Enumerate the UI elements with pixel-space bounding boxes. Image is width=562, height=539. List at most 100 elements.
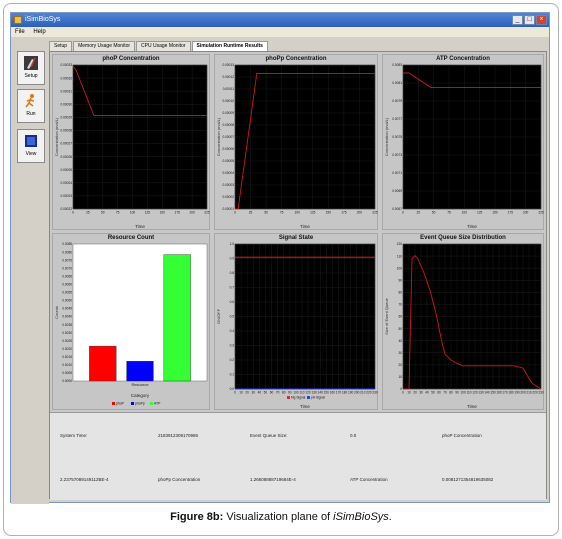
y-tick-label: 0.0000 — [62, 379, 72, 383]
x-axis-label: Time — [300, 404, 310, 409]
x-tick-label: 220 — [532, 391, 538, 395]
y-tick-label: 60 — [398, 315, 402, 319]
x-tick-label: 60 — [437, 391, 441, 395]
x-tick-label: 0 — [234, 391, 236, 395]
y-tick-label: 0.0065 — [62, 274, 72, 278]
y-tick-label: 0.0010 — [62, 363, 72, 367]
tab-cpu-usage[interactable]: CPU Usage Monitor — [136, 41, 191, 51]
chart-svg: 0.00013 0.00012 0.00011 0.00010 0.00009 0.000… — [216, 63, 378, 229]
run-icon — [25, 94, 35, 108]
y-axis-label: ON/OFF — [216, 308, 221, 324]
x-tick-label: 25 — [86, 211, 90, 215]
x-tick-label: 150 — [160, 211, 166, 215]
plot-area — [72, 64, 208, 210]
x-tick-label: 70 — [443, 391, 447, 395]
y-tick-label: 0.00009 — [222, 111, 234, 115]
minimize-button[interactable]: _ — [512, 15, 523, 25]
y-tick-label: 90 — [398, 278, 402, 282]
x-tick-label: 110 — [466, 391, 471, 395]
y-tick-label: 100 — [397, 266, 403, 270]
x-tick-label: 175 — [508, 211, 514, 215]
y-tick-label: 0.00027 — [60, 142, 72, 146]
setup-icon — [24, 56, 38, 70]
setup-button[interactable]: Setup — [17, 51, 45, 85]
x-tick-label: 140 — [484, 391, 490, 395]
atp-value: 0.0081271354819635082 — [442, 477, 494, 482]
atp-label: ATP Concentration — [350, 477, 388, 482]
menu-file[interactable]: File — [15, 29, 25, 35]
x-tick-label: 130 — [311, 391, 317, 395]
results-panel: phoP Concentration 0.00033 0.00032 0.00031… — [49, 51, 547, 500]
x-tick-label: 30 — [251, 391, 255, 395]
x-tick-label: 100 — [460, 391, 466, 395]
chart-svg: 0.00033 0.00032 0.00031 0.00030 0.00029 0.000… — [54, 63, 210, 229]
y-tick-label: 0.00004 — [222, 171, 234, 175]
x-tick-label: 150 — [324, 391, 330, 395]
x-tick-label: 190 — [348, 391, 354, 395]
y-tick-label: 0.0075 — [392, 135, 402, 139]
event-queue-label: Event Queue Size: — [250, 433, 288, 438]
window-title: iSimBioSys — [25, 16, 61, 23]
y-tick-label: 0.00031 — [60, 89, 72, 93]
legend-label: pH Signal — [311, 396, 325, 400]
menu-help[interactable]: Help — [33, 29, 45, 35]
y-tick-label: 0.0073 — [392, 153, 402, 157]
x-tick-label: 160 — [496, 391, 502, 395]
chart-event-queue: Event Queue Size Distribution 120 110 100 9… — [382, 233, 544, 410]
y-tick-label: 0.0077 — [392, 117, 402, 121]
y-tick-label: 0.00033 — [60, 63, 72, 67]
y-tick-label: 0.0015 — [62, 355, 72, 359]
y-tick-label: 80 — [398, 291, 402, 295]
x-tick-label: 10 — [239, 391, 243, 395]
y-axis-label: Counts — [54, 306, 59, 319]
view-button[interactable]: View — [17, 129, 45, 163]
x-tick-label: 30 — [419, 391, 423, 395]
tab-strip: Setup Memory Usage Monitor CPU Usage Mon… — [49, 41, 269, 51]
y-tick-label: 0.00012 — [222, 75, 234, 79]
legend-label: phoP — [116, 402, 125, 406]
x-tick-label: 180 — [342, 391, 348, 395]
x-tick-label: 0 — [402, 211, 404, 215]
y-tick-label: 0.00023 — [60, 194, 72, 198]
y-axis-label: Concentration (mol/L) — [54, 117, 59, 156]
y-tick-label: 40 — [398, 339, 402, 343]
tab-setup[interactable]: Setup — [49, 41, 73, 51]
phopp-value: 1.26608888719684E-4 — [250, 477, 296, 482]
y-tick-label: 0.0045 — [62, 307, 72, 311]
close-button[interactable]: × — [536, 15, 547, 25]
y-tick-label: 0.0040 — [62, 315, 72, 319]
y-tick-label: 0.0081 — [392, 81, 402, 85]
x-tick-label: 190 — [514, 391, 520, 395]
y-tick-label: 0.00025 — [60, 168, 72, 172]
x-tick-label: 200 — [520, 391, 526, 395]
x-tick-label: 130 — [478, 391, 484, 395]
x-tick-label: 0 — [234, 211, 236, 215]
y-axis-label: Size of Event Queue — [384, 297, 389, 334]
x-tick-label: 170 — [336, 391, 342, 395]
menu-bar: File Help — [11, 27, 549, 37]
y-tick-label: 120 — [397, 242, 403, 246]
x-tick-label: 100 — [293, 391, 299, 395]
maximize-button[interactable]: □ — [524, 15, 535, 25]
run-button[interactable]: Run — [17, 89, 45, 123]
chart-svg: 0.0085 0.0080 0.0075 0.0070 0.0065 0.0060 0.00… — [54, 242, 208, 406]
y-tick-label: 0.00028 — [60, 129, 72, 133]
y-tick-label: 0.0069 — [392, 189, 402, 193]
legend-swatch — [307, 396, 310, 399]
x-tick-label: 225 — [204, 211, 210, 215]
x-tick-label: 150 — [490, 391, 496, 395]
caption-suffix: . — [388, 511, 392, 523]
tab-simulation-results[interactable]: Simulation Runtime Results — [191, 41, 268, 51]
y-tick-label: 0.00001 — [222, 207, 234, 211]
x-tick-label: 110 — [299, 391, 304, 395]
x-tick-label: 125 — [477, 211, 483, 215]
tab-memory-usage[interactable]: Memory Usage Monitor — [73, 41, 136, 51]
y-tick-label: 0.0030 — [62, 331, 72, 335]
y-tick-label: 0.0020 — [62, 347, 72, 351]
bar-phopp — [126, 361, 154, 382]
y-tick-label: 0.00026 — [60, 155, 72, 159]
x-tick-label: 0 — [402, 391, 404, 395]
x-tick-label: 90 — [288, 391, 292, 395]
x-tick-label: 100 — [130, 211, 136, 215]
legend-label: phoPp — [135, 402, 145, 406]
